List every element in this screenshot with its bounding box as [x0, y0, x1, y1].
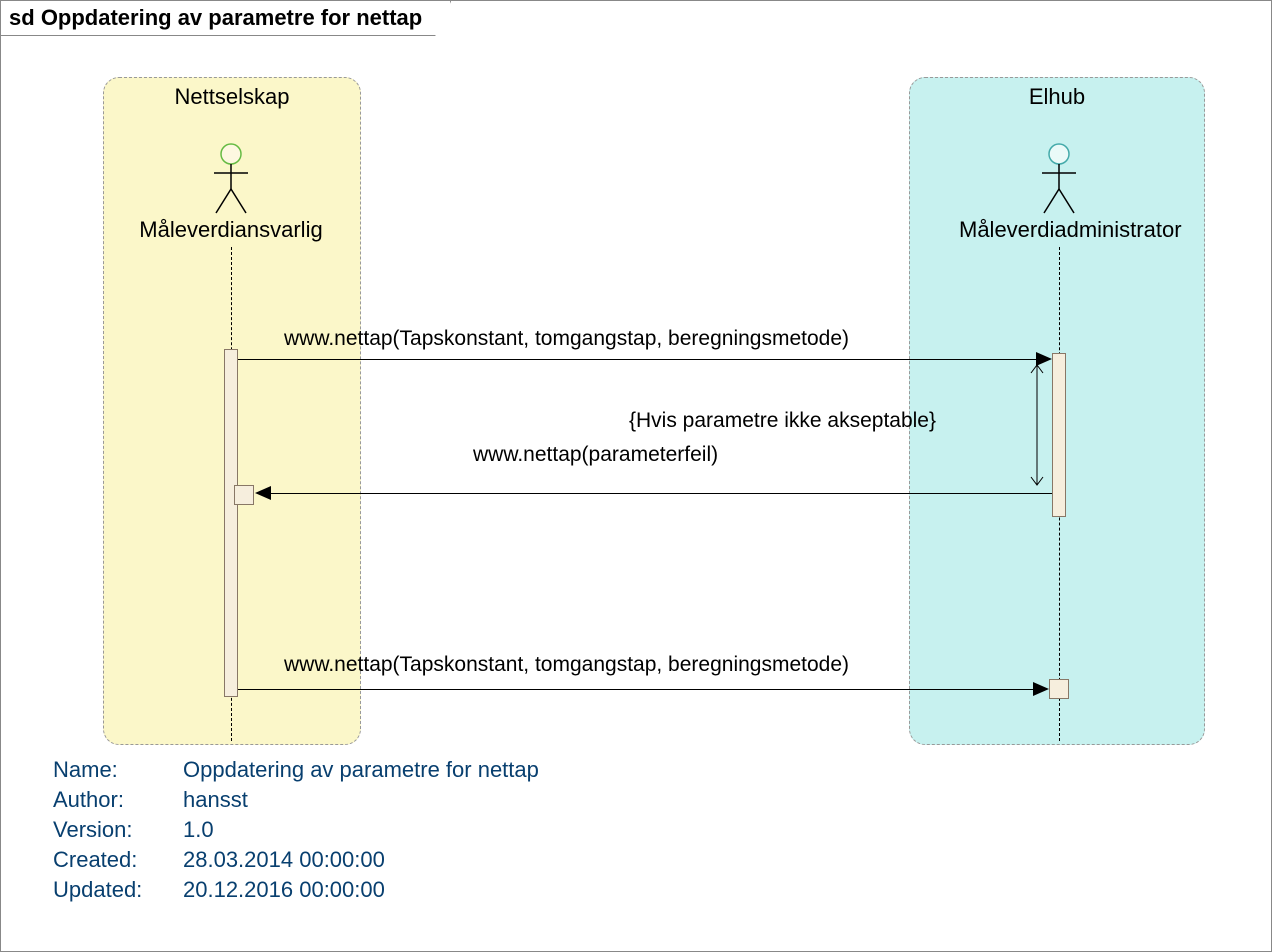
message-1-line [238, 359, 1038, 360]
meta-author-value: hansst [183, 787, 248, 813]
swimlane-elhub-title: Elhub [910, 78, 1204, 110]
message-2-line [269, 493, 1052, 494]
actor-icon [1039, 143, 1079, 215]
message-3-arrow [1033, 682, 1049, 696]
message-3-label: www.nettap(Tapskonstant, tomgangstap, be… [284, 653, 849, 677]
activation-left [224, 349, 238, 697]
message-2-label: www.nettap(parameterfeil) [473, 443, 718, 467]
actor-right: Måleverdiadministrator [959, 143, 1159, 243]
meta-name-value: Oppdatering av parametre for nettap [183, 757, 539, 783]
diagram-metadata: Name: Oppdatering av parametre for netta… [53, 757, 539, 907]
activation-end-box-right [1049, 679, 1069, 699]
actor-icon [211, 143, 251, 215]
meta-created-value: 28.03.2014 00:00:00 [183, 847, 385, 873]
duration-constraint-label: {Hvis parametre ikke akseptable} [629, 409, 936, 433]
frame-title-text: Oppdatering av parametre for nettap [41, 5, 422, 30]
swimlane-nettselskap-title: Nettselskap [104, 78, 360, 110]
message-3-line [238, 689, 1033, 690]
actor-left-label: Måleverdiansvarlig [131, 217, 331, 243]
meta-version-value: 1.0 [183, 817, 214, 843]
duration-constraint-bracket [1023, 359, 1051, 491]
meta-created-label: Created: [53, 847, 183, 873]
meta-version-label: Version: [53, 817, 183, 843]
frame-prefix: sd [9, 5, 35, 30]
meta-updated-label: Updated: [53, 877, 183, 903]
message-2-arrow [255, 486, 271, 500]
meta-author-label: Author: [53, 787, 183, 813]
activation-end-box-left [234, 485, 254, 505]
actor-left: Måleverdiansvarlig [131, 143, 331, 243]
meta-name-label: Name: [53, 757, 183, 783]
activation-right [1052, 353, 1066, 517]
meta-updated-value: 20.12.2016 00:00:00 [183, 877, 385, 903]
message-1-label: www.nettap(Tapskonstant, tomgangstap, be… [284, 327, 849, 351]
sequence-diagram-frame: sd Oppdatering av parametre for nettap N… [0, 0, 1272, 952]
frame-title: sd Oppdatering av parametre for nettap [1, 1, 451, 36]
actor-right-label: Måleverdiadministrator [959, 217, 1159, 243]
